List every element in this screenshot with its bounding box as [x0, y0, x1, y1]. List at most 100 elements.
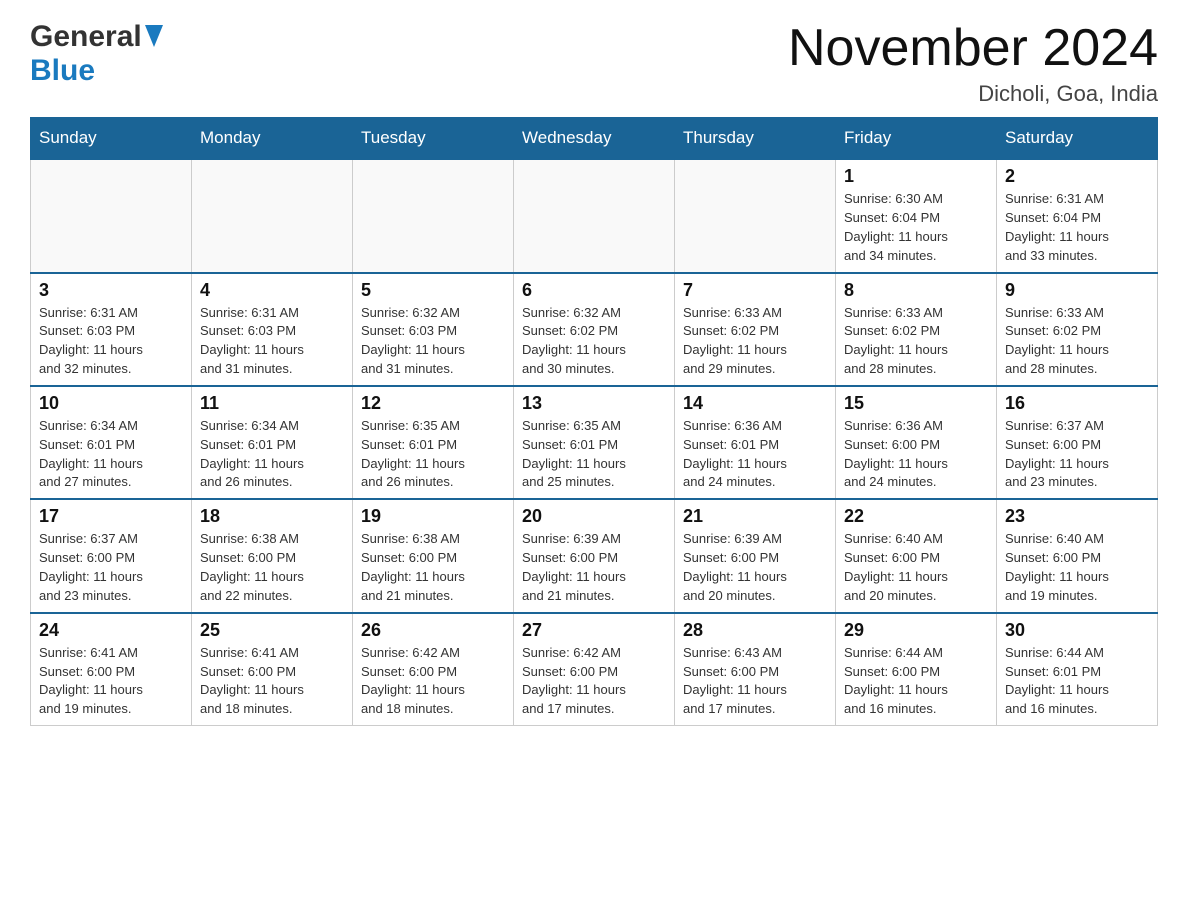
calendar-day-cell [192, 159, 353, 272]
day-number: 26 [361, 620, 505, 641]
calendar-week-row: 3 Sunrise: 6:31 AM Sunset: 6:03 PM Daylig… [31, 273, 1158, 386]
day-number: 19 [361, 506, 505, 527]
calendar-day-cell: 11 Sunrise: 6:34 AM Sunset: 6:01 PM Dayli… [192, 386, 353, 499]
sun-info: Sunrise: 6:36 AM Sunset: 6:00 PM Dayligh… [844, 417, 988, 492]
day-number: 29 [844, 620, 988, 641]
logo-general-text: General [30, 20, 142, 54]
sun-info: Sunrise: 6:33 AM Sunset: 6:02 PM Dayligh… [683, 304, 827, 379]
calendar-day-cell: 13 Sunrise: 6:35 AM Sunset: 6:01 PM Dayli… [514, 386, 675, 499]
calendar-day-cell: 15 Sunrise: 6:36 AM Sunset: 6:00 PM Dayli… [836, 386, 997, 499]
day-number: 13 [522, 393, 666, 414]
calendar-day-cell: 14 Sunrise: 6:36 AM Sunset: 6:01 PM Dayli… [675, 386, 836, 499]
sun-info: Sunrise: 6:35 AM Sunset: 6:01 PM Dayligh… [361, 417, 505, 492]
calendar-day-cell: 12 Sunrise: 6:35 AM Sunset: 6:01 PM Dayli… [353, 386, 514, 499]
sun-info: Sunrise: 6:40 AM Sunset: 6:00 PM Dayligh… [844, 530, 988, 605]
calendar-day-cell: 27 Sunrise: 6:42 AM Sunset: 6:00 PM Dayli… [514, 613, 675, 726]
day-number: 15 [844, 393, 988, 414]
day-number: 6 [522, 280, 666, 301]
sun-info: Sunrise: 6:42 AM Sunset: 6:00 PM Dayligh… [361, 644, 505, 719]
calendar-day-cell: 30Sunrise: 6:44 AM Sunset: 6:01 PM Dayli… [997, 613, 1158, 726]
page-header: General Blue November 2024 Dicholi, Goa,… [30, 20, 1158, 107]
sun-info: Sunrise: 6:36 AM Sunset: 6:01 PM Dayligh… [683, 417, 827, 492]
day-number: 22 [844, 506, 988, 527]
day-number: 30 [1005, 620, 1149, 641]
logo: General Blue [30, 20, 163, 88]
day-number: 27 [522, 620, 666, 641]
sun-info: Sunrise: 6:38 AM Sunset: 6:00 PM Dayligh… [200, 530, 344, 605]
sun-info: Sunrise: 6:34 AM Sunset: 6:01 PM Dayligh… [39, 417, 183, 492]
day-number: 4 [200, 280, 344, 301]
calendar-day-cell: 24 Sunrise: 6:41 AM Sunset: 6:00 PM Dayli… [31, 613, 192, 726]
day-number: 20 [522, 506, 666, 527]
calendar-week-row: 1Sunrise: 6:30 AM Sunset: 6:04 PM Daylig… [31, 159, 1158, 272]
calendar-day-cell: 1Sunrise: 6:30 AM Sunset: 6:04 PM Daylig… [836, 159, 997, 272]
day-number: 21 [683, 506, 827, 527]
calendar-day-cell: 23 Sunrise: 6:40 AM Sunset: 6:00 PM Dayli… [997, 499, 1158, 612]
day-of-week-header: Monday [192, 118, 353, 160]
sun-info: Sunrise: 6:41 AM Sunset: 6:00 PM Dayligh… [200, 644, 344, 719]
sun-info: Sunrise: 6:41 AM Sunset: 6:00 PM Dayligh… [39, 644, 183, 719]
day-number: 12 [361, 393, 505, 414]
calendar-day-cell: 7 Sunrise: 6:33 AM Sunset: 6:02 PM Daylig… [675, 273, 836, 386]
calendar-day-cell [31, 159, 192, 272]
month-title: November 2024 [788, 20, 1158, 77]
location: Dicholi, Goa, India [788, 81, 1158, 107]
day-number: 18 [200, 506, 344, 527]
day-number: 14 [683, 393, 827, 414]
calendar-week-row: 24 Sunrise: 6:41 AM Sunset: 6:00 PM Dayli… [31, 613, 1158, 726]
sun-info: Sunrise: 6:34 AM Sunset: 6:01 PM Dayligh… [200, 417, 344, 492]
calendar-day-cell: 4 Sunrise: 6:31 AM Sunset: 6:03 PM Daylig… [192, 273, 353, 386]
logo-triangle-icon [145, 25, 163, 52]
calendar-day-cell: 18 Sunrise: 6:38 AM Sunset: 6:00 PM Dayli… [192, 499, 353, 612]
day-number: 10 [39, 393, 183, 414]
calendar-day-cell: 21 Sunrise: 6:39 AM Sunset: 6:00 PM Dayli… [675, 499, 836, 612]
day-number: 8 [844, 280, 988, 301]
calendar-table: SundayMondayTuesdayWednesdayThursdayFrid… [30, 117, 1158, 726]
day-number: 25 [200, 620, 344, 641]
day-number: 16 [1005, 393, 1149, 414]
day-number: 23 [1005, 506, 1149, 527]
sun-info: Sunrise: 6:37 AM Sunset: 6:00 PM Dayligh… [39, 530, 183, 605]
logo-blue-text: Blue [30, 54, 95, 87]
calendar-day-cell [514, 159, 675, 272]
day-number: 28 [683, 620, 827, 641]
sun-info: Sunrise: 6:40 AM Sunset: 6:00 PM Dayligh… [1005, 530, 1149, 605]
day-of-week-header: Sunday [31, 118, 192, 160]
sun-info: Sunrise: 6:32 AM Sunset: 6:03 PM Dayligh… [361, 304, 505, 379]
calendar-day-cell: 3 Sunrise: 6:31 AM Sunset: 6:03 PM Daylig… [31, 273, 192, 386]
sun-info: Sunrise: 6:38 AM Sunset: 6:00 PM Dayligh… [361, 530, 505, 605]
day-of-week-header: Friday [836, 118, 997, 160]
sun-info: Sunrise: 6:39 AM Sunset: 6:00 PM Dayligh… [522, 530, 666, 605]
sun-info: Sunrise: 6:42 AM Sunset: 6:00 PM Dayligh… [522, 644, 666, 719]
day-of-week-header: Thursday [675, 118, 836, 160]
title-section: November 2024 Dicholi, Goa, India [788, 20, 1158, 107]
calendar-week-row: 10 Sunrise: 6:34 AM Sunset: 6:01 PM Dayli… [31, 386, 1158, 499]
calendar-day-cell: 20 Sunrise: 6:39 AM Sunset: 6:00 PM Dayli… [514, 499, 675, 612]
sun-info: Sunrise: 6:31 AM Sunset: 6:03 PM Dayligh… [200, 304, 344, 379]
calendar-day-cell: 5 Sunrise: 6:32 AM Sunset: 6:03 PM Daylig… [353, 273, 514, 386]
day-number: 5 [361, 280, 505, 301]
sun-info: Sunrise: 6:31 AM Sunset: 6:03 PM Dayligh… [39, 304, 183, 379]
calendar-day-cell: 17 Sunrise: 6:37 AM Sunset: 6:00 PM Dayli… [31, 499, 192, 612]
day-number: 3 [39, 280, 183, 301]
sun-info: Sunrise: 6:33 AM Sunset: 6:02 PM Dayligh… [844, 304, 988, 379]
sun-info: Sunrise: 6:31 AM Sunset: 6:04 PM Dayligh… [1005, 190, 1149, 265]
calendar-header-row: SundayMondayTuesdayWednesdayThursdayFrid… [31, 118, 1158, 160]
sun-info: Sunrise: 6:37 AM Sunset: 6:00 PM Dayligh… [1005, 417, 1149, 492]
calendar-week-row: 17 Sunrise: 6:37 AM Sunset: 6:00 PM Dayli… [31, 499, 1158, 612]
sun-info: Sunrise: 6:35 AM Sunset: 6:01 PM Dayligh… [522, 417, 666, 492]
calendar-day-cell: 2Sunrise: 6:31 AM Sunset: 6:04 PM Daylig… [997, 159, 1158, 272]
calendar-day-cell: 26 Sunrise: 6:42 AM Sunset: 6:00 PM Dayli… [353, 613, 514, 726]
day-number: 17 [39, 506, 183, 527]
sun-info: Sunrise: 6:43 AM Sunset: 6:00 PM Dayligh… [683, 644, 827, 719]
day-number: 7 [683, 280, 827, 301]
day-number: 11 [200, 393, 344, 414]
sun-info: Sunrise: 6:30 AM Sunset: 6:04 PM Dayligh… [844, 190, 988, 265]
day-of-week-header: Wednesday [514, 118, 675, 160]
calendar-day-cell: 9Sunrise: 6:33 AM Sunset: 6:02 PM Daylig… [997, 273, 1158, 386]
calendar-day-cell: 6Sunrise: 6:32 AM Sunset: 6:02 PM Daylig… [514, 273, 675, 386]
calendar-day-cell: 29Sunrise: 6:44 AM Sunset: 6:00 PM Dayli… [836, 613, 997, 726]
calendar-day-cell [675, 159, 836, 272]
day-number: 24 [39, 620, 183, 641]
sun-info: Sunrise: 6:39 AM Sunset: 6:00 PM Dayligh… [683, 530, 827, 605]
